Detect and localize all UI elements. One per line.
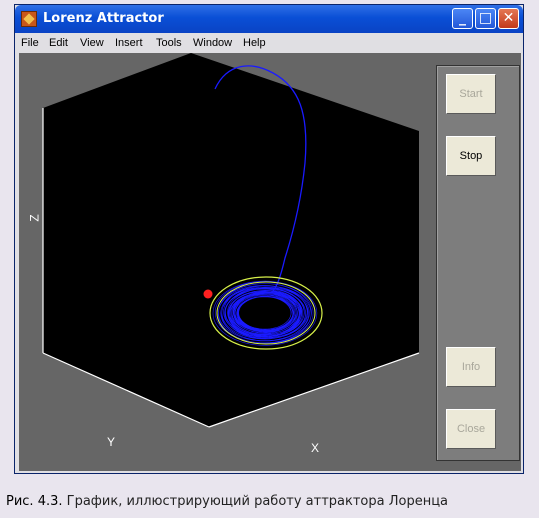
start-button[interactable]: Start: [446, 74, 496, 114]
matlab-figure-window: Lorenz Attractor _ □ ✕ File Edit View In…: [14, 4, 524, 474]
matlab-app-icon: [21, 11, 37, 27]
caption-label: Рис. 4.3.: [6, 494, 63, 509]
y-axis-label: Y: [107, 435, 116, 449]
menu-view[interactable]: View: [80, 37, 104, 49]
menu-file[interactable]: File: [21, 37, 39, 49]
x-axis-label: X: [311, 441, 320, 455]
menu-edit[interactable]: Edit: [49, 37, 68, 49]
z-axis-label: Z: [27, 214, 42, 222]
stop-button[interactable]: Stop: [446, 136, 496, 176]
maximize-icon[interactable]: □: [475, 8, 496, 29]
axes-box: [43, 53, 419, 427]
close-button[interactable]: Close: [446, 409, 496, 449]
minimize-icon[interactable]: _: [452, 8, 473, 29]
menu-window[interactable]: Window: [193, 37, 232, 49]
window-title: Lorenz Attractor: [43, 11, 164, 26]
title-bar[interactable]: Lorenz Attractor _ □ ✕: [15, 5, 523, 33]
menu-tools[interactable]: Tools: [156, 37, 182, 49]
spiral-hole: [246, 302, 282, 322]
caption-text: График, иллюстрирующий работу аттрактора…: [66, 494, 449, 509]
menu-bar: File Edit View Insert Tools Window Help: [15, 33, 523, 53]
figure-caption: Рис. 4.3. График, иллюстрирующий работу …: [6, 494, 448, 509]
menu-insert[interactable]: Insert: [115, 37, 143, 49]
menu-help[interactable]: Help: [243, 37, 266, 49]
close-icon[interactable]: ✕: [498, 8, 519, 29]
info-button[interactable]: Info: [446, 347, 496, 387]
control-panel: Start Stop Info Close: [436, 65, 520, 461]
current-point-marker: [203, 289, 213, 299]
